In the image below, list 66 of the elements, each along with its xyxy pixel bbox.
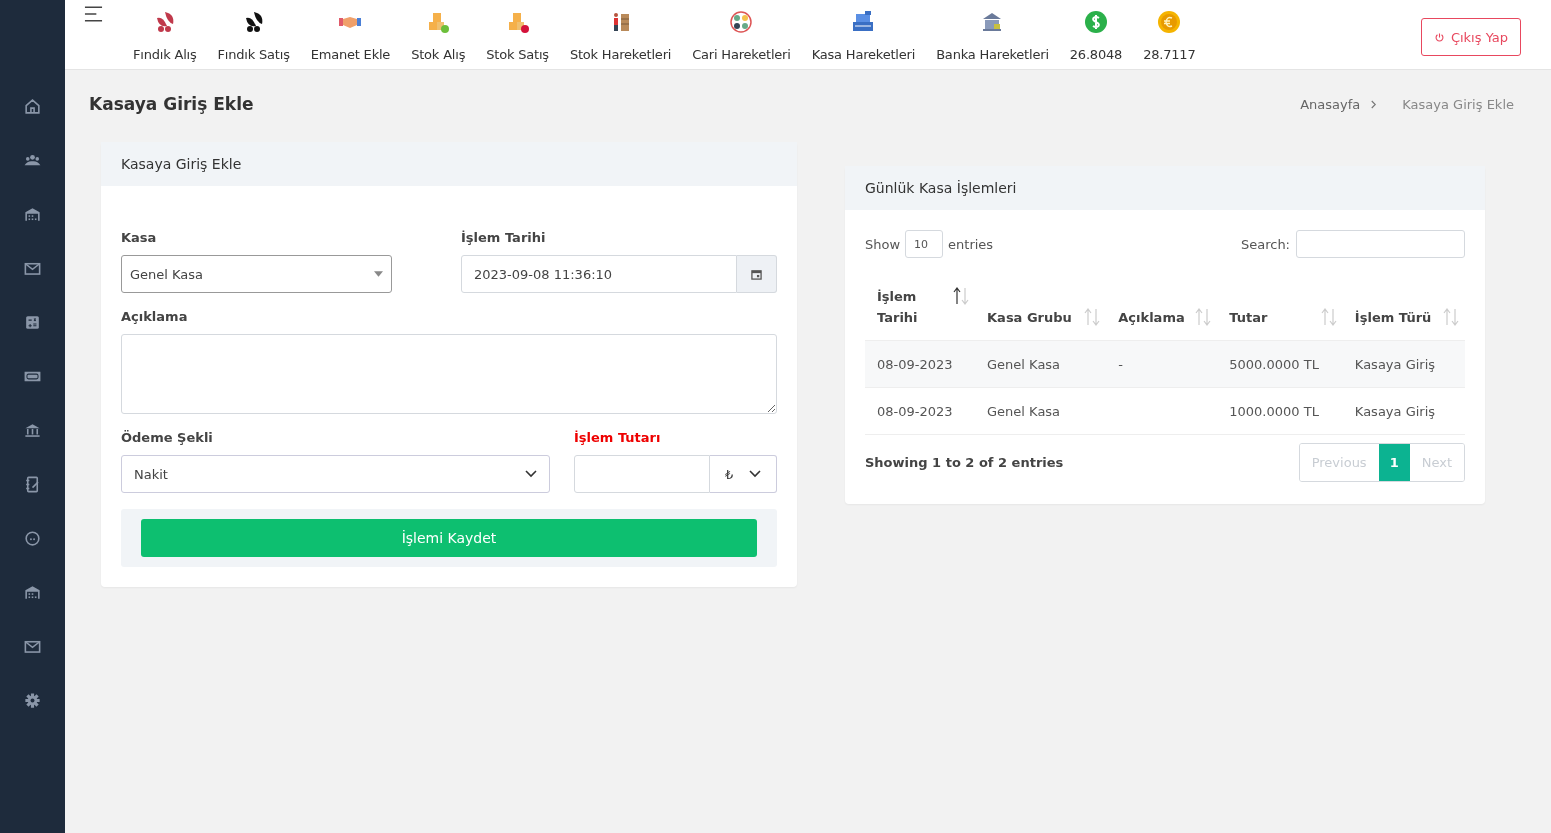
warehouse-icon[interactable] bbox=[23, 205, 42, 224]
column-header[interactable]: Tutar bbox=[1217, 276, 1343, 341]
breadcrumb-current: Kasaya Giriş Ekle bbox=[1401, 96, 1515, 112]
table-cell: Kasaya Giriş bbox=[1354, 356, 1436, 372]
euro-icon bbox=[1157, 10, 1182, 34]
column-header[interactable]: İşlem Tarihi bbox=[865, 276, 976, 341]
entries-label: entries bbox=[948, 236, 994, 252]
description-field[interactable] bbox=[121, 334, 777, 414]
toolbar-item[interactable]: Stok Alış bbox=[411, 0, 466, 62]
table-cell: 08-09-2023 bbox=[877, 403, 953, 419]
caret-icon bbox=[374, 271, 383, 277]
toolbar-item[interactable]: Stok Satış bbox=[486, 0, 549, 62]
date-field[interactable]: 2023-09-08 11:36:10 bbox=[461, 255, 737, 293]
chevron-icon bbox=[749, 470, 761, 478]
table-cell: Genel Kasa bbox=[987, 403, 1061, 419]
search-field[interactable] bbox=[1296, 230, 1465, 258]
bank-icon[interactable] bbox=[23, 421, 42, 440]
calculator-icon[interactable] bbox=[23, 313, 42, 332]
menu-icon[interactable] bbox=[84, 6, 103, 22]
toolbar-item[interactable]: 28.7117 bbox=[1143, 0, 1196, 62]
toolbar-item[interactable]: Fındık Alış bbox=[133, 0, 197, 62]
calendar-button[interactable] bbox=[737, 255, 777, 293]
search-label: Search: bbox=[1240, 236, 1290, 252]
column-header[interactable]: Kasa Grubu bbox=[975, 276, 1107, 341]
cash-register-icon bbox=[851, 10, 876, 34]
power-icon bbox=[1433, 31, 1445, 43]
kasa-select[interactable]: Genel Kasa bbox=[121, 255, 392, 293]
warehouse-icon[interactable] bbox=[23, 583, 42, 602]
boxes-icon bbox=[426, 10, 451, 34]
amount-field[interactable] bbox=[574, 455, 710, 493]
toolbar-item[interactable]: Stok Hareketleri bbox=[569, 0, 672, 62]
currency-select[interactable]: ₺ bbox=[710, 455, 777, 493]
table-cell: - bbox=[1118, 356, 1123, 372]
home-icon[interactable] bbox=[23, 97, 42, 116]
column-header[interactable]: İşlem Türü bbox=[1342, 276, 1465, 341]
toolbar-item[interactable]: Fındık Satış bbox=[217, 0, 290, 62]
settings-icon[interactable] bbox=[23, 691, 42, 710]
table-cell: 1000.0000 TL bbox=[1229, 403, 1319, 419]
show-label: Show bbox=[865, 236, 901, 252]
table-cell: 5000.0000 TL bbox=[1229, 356, 1319, 372]
card-title: Kasaya Giriş Ekle bbox=[121, 156, 242, 172]
table-cell: Kasaya Giriş bbox=[1354, 403, 1436, 419]
field-label: İşlem Tutarı bbox=[574, 430, 662, 445]
page-size-select[interactable]: 10 bbox=[905, 230, 944, 258]
field-label: İşlem Tarihi bbox=[461, 230, 547, 245]
card-title: Günlük Kasa İşlemleri bbox=[865, 180, 1017, 196]
table-cell: 08-09-2023 bbox=[877, 356, 953, 372]
field-label: Açıklama bbox=[121, 309, 189, 324]
field-label: Ödeme Şekli bbox=[121, 430, 214, 445]
table-info: Showing 1 to 2 of 2 entries bbox=[865, 455, 1064, 470]
chevron-icon bbox=[1370, 99, 1378, 109]
table-cell: Genel Kasa bbox=[987, 356, 1061, 372]
breadcrumb-link[interactable]: Anasayfa bbox=[1300, 96, 1361, 112]
payment-select[interactable]: Nakit bbox=[121, 455, 550, 493]
page-title: Kasaya Giriş Ekle bbox=[89, 94, 254, 114]
toolbar-item[interactable]: Kasa Hareketleri bbox=[811, 0, 916, 62]
chevron-icon bbox=[525, 470, 537, 478]
toolbar-item[interactable]: Cari Hareketleri bbox=[692, 0, 791, 62]
field-label: Kasa bbox=[121, 230, 158, 245]
toolbar-item[interactable]: Banka Hareketleri bbox=[936, 0, 1049, 62]
column-header[interactable]: Açıklama bbox=[1106, 276, 1218, 341]
toolbar-item[interactable]: Emanet Ekle bbox=[310, 0, 391, 62]
calendar-icon bbox=[751, 268, 762, 280]
toolbar-item[interactable]: 26.8048 bbox=[1069, 0, 1123, 62]
dollar-icon bbox=[1083, 10, 1108, 34]
logout-button[interactable]: Çıkış Yap bbox=[1420, 18, 1521, 56]
